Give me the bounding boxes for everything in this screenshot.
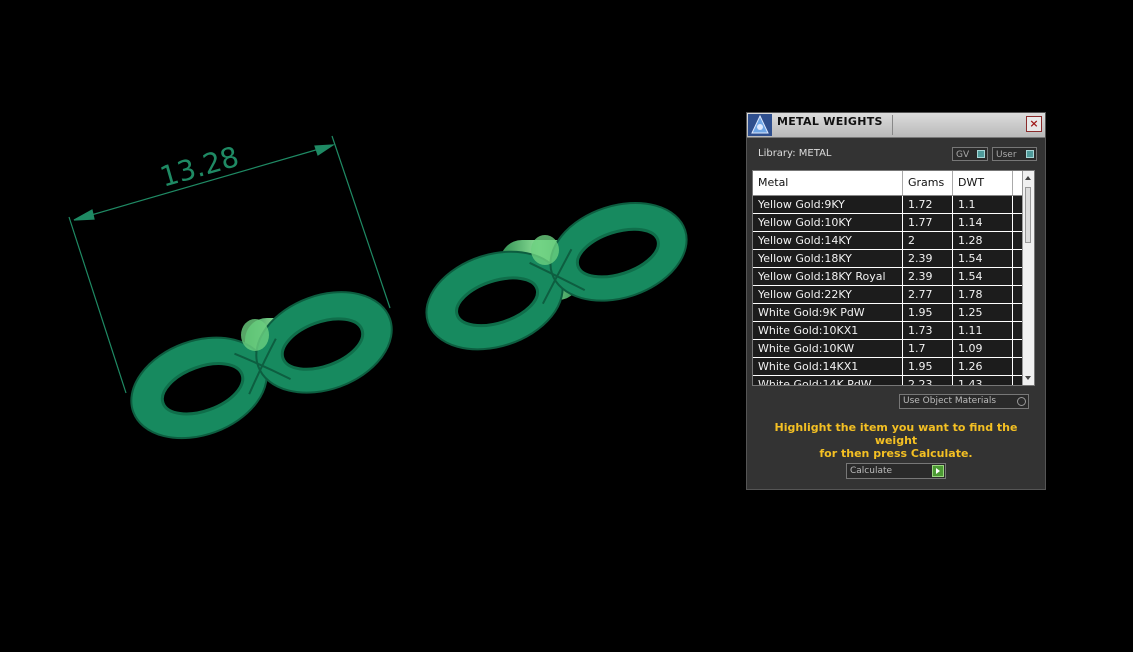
table-row[interactable]: White Gold:10KW 1.7 1.09 [753,340,1025,358]
cell-grams: 1.7 [903,340,953,357]
table-row[interactable]: Yellow Gold:22KY 2.77 1.78 [753,286,1025,304]
dimension-label: 13.28 [156,140,242,194]
radio-icon[interactable] [1017,397,1026,406]
cufflink-right[interactable] [411,186,702,365]
cell-metal: Yellow Gold:18KY Royal [753,268,903,285]
cufflink-left[interactable] [117,274,406,456]
cell-metal: Yellow Gold:9KY [753,196,903,213]
cell-metal: Yellow Gold:10KY [753,214,903,231]
table-scrollbar[interactable] [1022,171,1034,385]
user-toggle-label: User [996,150,1017,160]
cell-metal: White Gold:9K PdW [753,304,903,321]
use-object-materials-label: Use Object Materials [903,396,997,406]
table-row[interactable]: Yellow Gold:18KY Royal 2.39 1.54 [753,268,1025,286]
table-row[interactable]: White Gold:14K PdW 2.23 1.43 [753,376,1025,385]
app-logo-icon [748,114,772,136]
cell-dwt: 1.26 [953,358,1013,375]
column-header-dwt[interactable]: DWT [953,171,1013,195]
cell-grams: 2.23 [903,376,953,385]
cell-dwt: 1.43 [953,376,1013,385]
cell-grams: 1.95 [903,304,953,321]
close-button[interactable]: × [1026,116,1042,132]
cell-metal: Yellow Gold:18KY [753,250,903,267]
cell-metal: Yellow Gold:22KY [753,286,903,303]
gv-toggle-knob-icon [977,150,985,158]
table-header: Metal Grams DWT [753,171,1025,196]
cell-grams: 1.72 [903,196,953,213]
table-row[interactable]: Yellow Gold:9KY 1.72 1.1 [753,196,1025,214]
scroll-down-icon[interactable] [1025,376,1031,380]
use-object-materials-option[interactable]: Use Object Materials [899,394,1029,409]
cell-dwt: 1.54 [953,250,1013,267]
cell-grams: 1.95 [903,358,953,375]
user-toggle-knob-icon [1026,150,1034,158]
cell-grams: 2.39 [903,268,953,285]
cell-metal: White Gold:14KX1 [753,358,903,375]
cell-metal: White Gold:10KW [753,340,903,357]
column-header-grams[interactable]: Grams [903,171,953,195]
panel-title: METAL WEIGHTS [777,115,883,128]
cell-grams: 1.73 [903,322,953,339]
title-divider [892,115,893,135]
table-row[interactable]: Yellow Gold:10KY 1.77 1.14 [753,214,1025,232]
calculate-button[interactable]: Calculate [846,463,946,479]
cell-grams: 1.77 [903,214,953,231]
cell-dwt: 1.14 [953,214,1013,231]
cell-grams: 2.39 [903,250,953,267]
metal-table[interactable]: Metal Grams DWT Yellow Gold:9KY 1.72 1.1… [752,170,1035,386]
cell-metal: White Gold:10KX1 [753,322,903,339]
instruction-line-2: for then press Calculate. [819,447,973,460]
play-arrow-icon [932,465,944,477]
cell-dwt: 1.54 [953,268,1013,285]
instruction-text: Highlight the item you want to find the … [757,421,1035,460]
cell-dwt: 1.11 [953,322,1013,339]
cell-metal: White Gold:14K PdW [753,376,903,385]
instruction-line-1: Highlight the item you want to find the … [774,421,1018,447]
metal-weights-panel: METAL WEIGHTS × Library: METAL GV User M… [746,112,1046,490]
cell-dwt: 1.78 [953,286,1013,303]
table-body: Yellow Gold:9KY 1.72 1.1 Yellow Gold:10K… [753,196,1025,385]
cell-dwt: 1.1 [953,196,1013,213]
panel-titlebar[interactable]: METAL WEIGHTS × [747,113,1045,138]
gv-library-toggle[interactable]: GV [952,147,988,161]
cell-dwt: 1.25 [953,304,1013,321]
table-row[interactable]: Yellow Gold:14KY 2 1.28 [753,232,1025,250]
table-row[interactable]: Yellow Gold:18KY 2.39 1.54 [753,250,1025,268]
table-row[interactable]: White Gold:9K PdW 1.95 1.25 [753,304,1025,322]
cell-grams: 2 [903,232,953,249]
scroll-thumb[interactable] [1025,187,1031,243]
table-row[interactable]: White Gold:10KX1 1.73 1.11 [753,322,1025,340]
library-label: Library: METAL [758,148,832,159]
table-row[interactable]: White Gold:14KX1 1.95 1.26 [753,358,1025,376]
column-header-metal[interactable]: Metal [753,171,903,195]
scroll-up-icon[interactable] [1025,176,1031,180]
cell-dwt: 1.28 [953,232,1013,249]
cell-grams: 2.77 [903,286,953,303]
cell-dwt: 1.09 [953,340,1013,357]
user-library-toggle[interactable]: User [992,147,1037,161]
calculate-label: Calculate [850,466,893,476]
cell-metal: Yellow Gold:14KY [753,232,903,249]
gv-toggle-label: GV [956,150,970,160]
